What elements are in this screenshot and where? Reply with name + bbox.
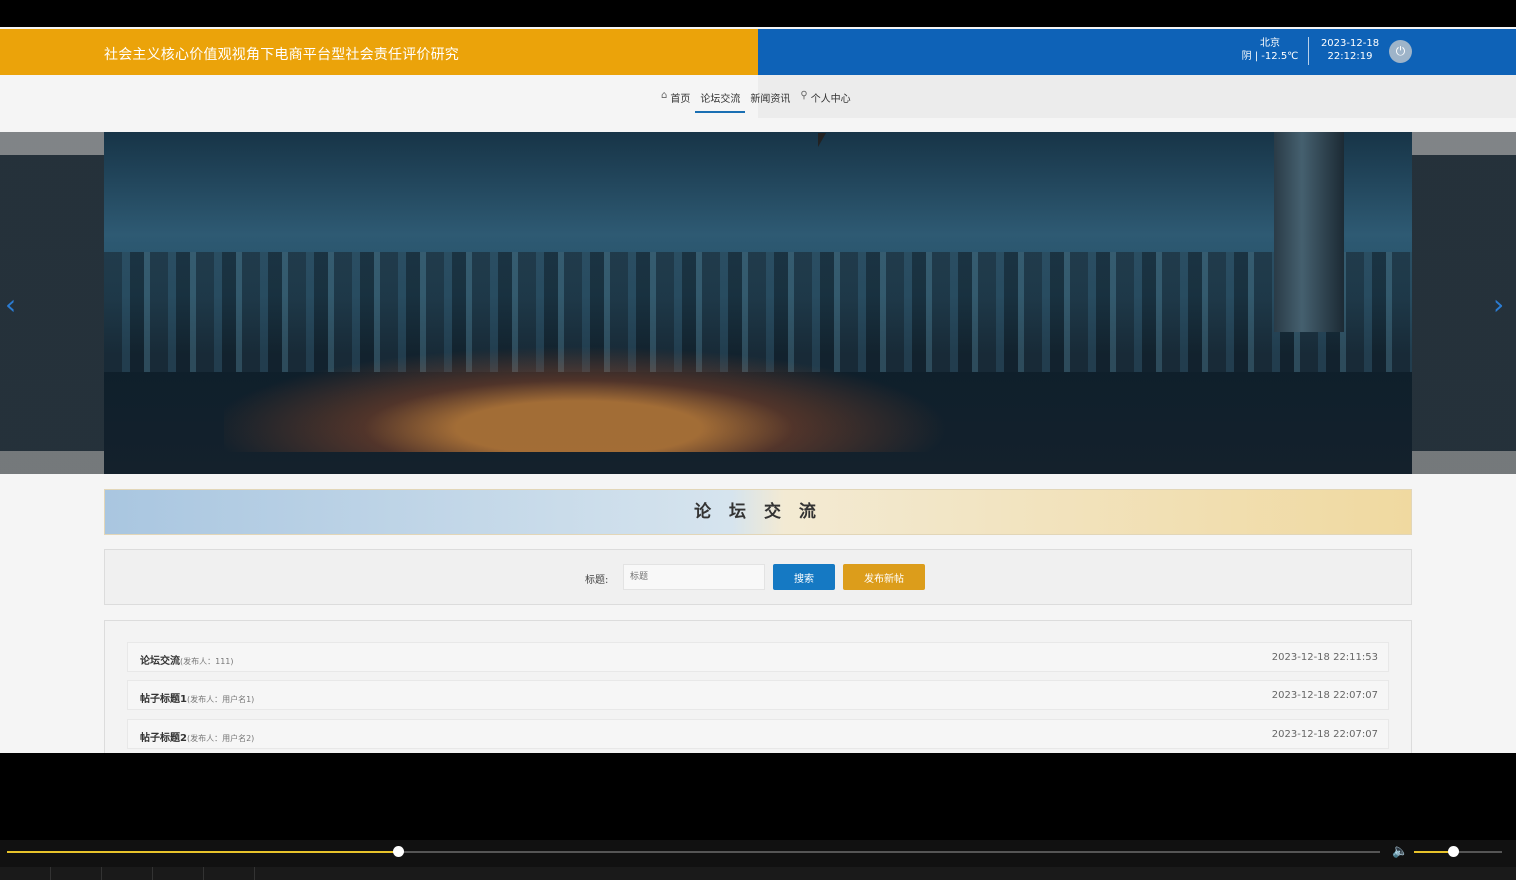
post-time: 2023-12-18 22:11:53	[1271, 652, 1378, 663]
video-player-controls: 🔈	[0, 840, 1516, 880]
nav-item-news[interactable]: 新闻资讯	[745, 87, 795, 113]
search-panel: 标题: 搜索 发布新帖	[104, 549, 1412, 605]
post-author: (发布人：111)	[180, 657, 234, 666]
hero-carousel[interactable]: ‹ ›	[0, 132, 1516, 474]
publish-post-button[interactable]: 发布新帖	[843, 564, 925, 590]
weather-desc: 阴 | -12.5℃	[1241, 51, 1299, 62]
player-bottom-strip	[0, 867, 1516, 880]
nav-item-label: 个人中心	[810, 94, 851, 105]
seek-handle[interactable]	[393, 846, 405, 857]
weather-widget: 北京 阴 | -12.5℃	[1232, 37, 1308, 63]
post-list: 论坛交流(发布人：111) 2023-12-18 22:11:53 帖子标题1(…	[104, 620, 1412, 753]
list-item[interactable]: 帖子标题2(发布人：用户名2) 2023-12-18 22:07:07	[127, 719, 1389, 749]
post-title[interactable]: 帖子标题2(发布人：用户名2)	[140, 729, 254, 744]
post-author: (发布人：用户名1)	[186, 695, 255, 704]
post-time: 2023-12-18 22:07:07	[1271, 729, 1378, 740]
volume-level	[1414, 851, 1453, 853]
nav-background	[758, 75, 1516, 118]
main-nav: ⌂ 首页 论坛交流 新闻资讯 ⚲ 个人中心	[656, 87, 856, 113]
post-author: (发布人：用户名2)	[186, 734, 255, 743]
volume-slider[interactable]	[1414, 846, 1502, 857]
site-title: 社会主义核心价值观视角下电商平台型社会责任评价研究	[104, 47, 459, 63]
current-time: 22:12:19	[1327, 51, 1373, 62]
search-button[interactable]: 搜索	[773, 564, 835, 590]
header-divider	[1308, 37, 1309, 65]
user-icon: ⚲	[800, 90, 808, 101]
carousel-prev-arrow-icon[interactable]: ‹	[5, 290, 23, 320]
list-item[interactable]: 帖子标题1(发布人：用户名1) 2023-12-18 22:07:07	[127, 680, 1389, 710]
seek-bar[interactable]	[7, 846, 1380, 857]
skyline-tower	[1274, 132, 1344, 332]
current-date: 2023-12-18	[1320, 38, 1380, 49]
weather-city: 北京	[1260, 38, 1280, 49]
post-title[interactable]: 论坛交流(发布人：111)	[140, 652, 234, 667]
section-title: 论 坛 交 流	[104, 489, 1412, 535]
power-icon[interactable]: ⏻	[1389, 40, 1412, 63]
carousel-image-city-night	[104, 132, 1412, 474]
header-left-panel: 社会主义核心价值观视角下电商平台型社会责任评价研究	[0, 29, 758, 75]
nav-item-home[interactable]: ⌂ 首页	[656, 87, 695, 113]
post-time: 2023-12-18 22:07:07	[1271, 690, 1378, 701]
list-item[interactable]: 论坛交流(发布人：111) 2023-12-18 22:11:53	[127, 642, 1389, 672]
volume-icon[interactable]: 🔈	[1392, 844, 1408, 859]
nav-item-label: 首页	[670, 94, 691, 105]
nav-item-label: 新闻资讯	[750, 94, 791, 105]
mouse-cursor-icon	[818, 133, 826, 147]
title-filter-label: 标题:	[585, 575, 609, 586]
nav-item-forum[interactable]: 论坛交流	[695, 87, 746, 113]
nav-item-profile[interactable]: ⚲ 个人中心	[795, 87, 855, 113]
volume-handle[interactable]	[1447, 846, 1459, 857]
title-search-input[interactable]	[623, 564, 765, 590]
post-title[interactable]: 帖子标题1(发布人：用户名1)	[140, 690, 254, 705]
browser-page: 社会主义核心价值观视角下电商平台型社会责任评价研究 北京 阴 | -12.5℃ …	[0, 27, 1516, 753]
seek-progress	[7, 851, 399, 853]
datetime-widget: 2023-12-18 22:12:19	[1314, 37, 1386, 63]
home-icon: ⌂	[661, 90, 668, 101]
nav-item-label: 论坛交流	[700, 94, 741, 105]
carousel-next-arrow-icon[interactable]: ›	[1493, 290, 1511, 320]
